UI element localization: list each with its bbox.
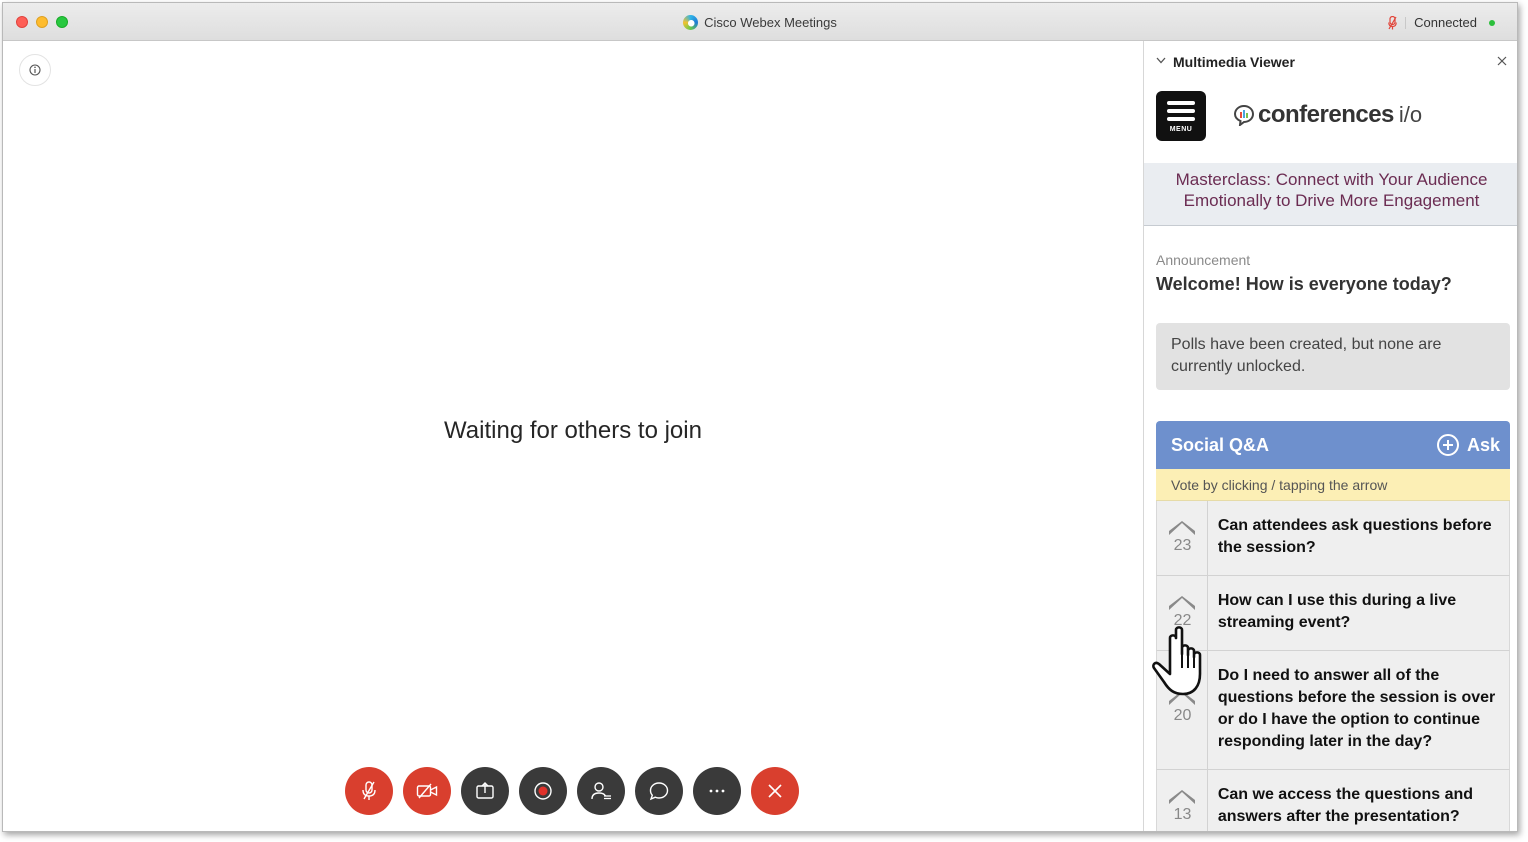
announcement-label: Announcement — [1156, 252, 1251, 268]
ask-label: Ask — [1466, 434, 1500, 455]
upvote-arrow-icon — [1169, 596, 1195, 610]
panel-close-icon[interactable] — [1497, 56, 1507, 66]
logo-word: conferences — [1258, 101, 1394, 128]
webex-logo-icon — [683, 15, 699, 30]
question-row: 13 Can we access the questions and answe… — [1156, 770, 1510, 831]
panel-title: Multimedia Viewer — [1173, 54, 1295, 70]
question-row: 23 Can attendees ask questions before th… — [1156, 501, 1510, 576]
ask-button[interactable]: Ask — [1436, 434, 1500, 456]
upvote-arrow-icon — [1169, 521, 1195, 535]
waiting-message: Waiting for others to join — [444, 417, 702, 444]
question-row: 20 Do I need to answer all of the questi… — [1156, 651, 1510, 770]
mic-muted-icon — [1388, 15, 1397, 29]
participants-icon — [591, 782, 611, 800]
vote-hint: Vote by clicking / tapping the arrow — [1156, 469, 1510, 501]
video-off-icon — [416, 783, 438, 799]
polls-notice: Polls have been created, but none are cu… — [1156, 323, 1510, 390]
menu-button[interactable]: MENU — [1156, 91, 1206, 141]
upvote-arrow-icon — [1169, 790, 1195, 804]
collapse-chevron-icon[interactable] — [1156, 57, 1166, 64]
question-text: Can we access the questions and answers … — [1217, 786, 1474, 825]
divider — [1405, 16, 1407, 29]
question-text: Do I need to answer all of the questions… — [1217, 667, 1496, 750]
session-title: Masterclass: Connect with Your Audience … — [1144, 163, 1517, 226]
hamburger-icon — [1167, 101, 1195, 105]
upvote-button[interactable]: 22 — [1157, 576, 1208, 650]
share-button[interactable] — [461, 767, 509, 815]
close-icon — [768, 784, 782, 798]
qa-header: Social Q&A Ask — [1156, 421, 1510, 469]
panel-header: Multimedia Viewer — [1144, 41, 1517, 83]
vote-count: 13 — [1173, 806, 1192, 823]
question-text: Can attendees ask questions before the s… — [1217, 517, 1492, 556]
vote-count: 23 — [1173, 537, 1192, 554]
info-icon — [29, 64, 41, 76]
announcement-text: Welcome! How is everyone today? — [1156, 274, 1452, 294]
participants-button[interactable] — [577, 767, 625, 815]
meeting-stage: Waiting for others to join — [3, 41, 1143, 831]
status-dot — [1489, 19, 1495, 26]
more-icon — [709, 789, 725, 793]
more-button[interactable] — [693, 767, 741, 815]
record-icon — [534, 782, 552, 800]
upvote-button[interactable]: 13 — [1157, 770, 1208, 831]
social-qa: Social Q&A Ask Vote by clicking / tappin… — [1156, 421, 1510, 831]
chat-button[interactable] — [635, 767, 683, 815]
question-row: 22 How can I use this during a live stre… — [1156, 576, 1510, 651]
conferences-io-logo: conferences i/o — [1233, 101, 1422, 129]
vote-count: 22 — [1173, 612, 1192, 629]
vote-count: 20 — [1173, 707, 1192, 724]
record-button[interactable] — [519, 767, 567, 815]
title-bar: Cisco Webex Meetings Connected — [3, 3, 1517, 41]
upvote-button[interactable]: 23 — [1157, 501, 1208, 575]
conferences-logo-icon — [1233, 104, 1255, 126]
brand-bar: MENU conferences i/o — [1144, 83, 1517, 145]
meeting-controls — [345, 767, 799, 815]
mic-muted-icon — [362, 781, 376, 800]
start-video-button[interactable] — [403, 767, 451, 815]
connection-status: Connected — [1388, 15, 1495, 30]
upvote-arrow-icon — [1169, 691, 1195, 705]
leave-button[interactable] — [751, 767, 799, 815]
qa-title: Social Q&A — [1171, 435, 1270, 455]
chat-icon — [649, 782, 669, 801]
webex-window: Cisco Webex Meetings Connected Waiting f… — [2, 2, 1518, 832]
menu-label: MENU — [1169, 126, 1193, 133]
connection-status-label: Connected — [1414, 15, 1477, 30]
app-title: Cisco Webex Meetings — [3, 15, 1517, 30]
unmute-button[interactable] — [345, 767, 393, 815]
logo-suffix: i/o — [1398, 102, 1423, 127]
share-icon — [476, 782, 494, 799]
multimedia-viewer-panel: Multimedia Viewer MENU conferences i/o M… — [1143, 41, 1517, 831]
plus-circle-icon — [1436, 434, 1459, 456]
question-text: How can I use this during a live streami… — [1217, 592, 1457, 631]
meeting-info-button[interactable] — [19, 54, 51, 86]
upvote-button[interactable]: 20 — [1157, 651, 1208, 769]
